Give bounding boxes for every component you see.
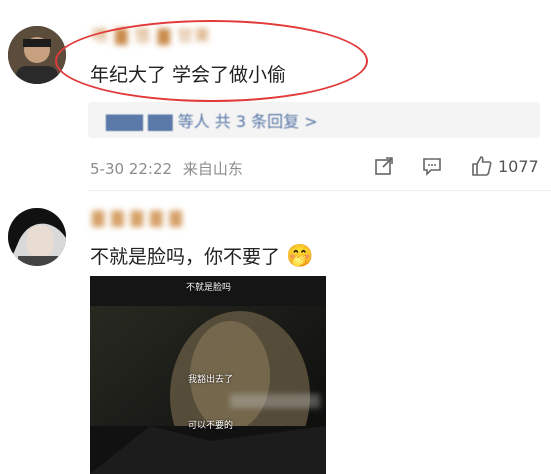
share-button[interactable] [374, 156, 394, 180]
comment-text: 年纪大了 学会了做小偷 [90, 64, 287, 86]
reply-preview: ▇▇▇ ▇▇ 等人 共 3 条回复 > [106, 112, 318, 131]
username[interactable]: ▇ ▇ ▇ ▇ ▇ [92, 208, 183, 227]
share-icon [375, 157, 393, 175]
comment-text: 不就是脸吗，你不要了 🤭 [90, 242, 313, 269]
avatar[interactable] [8, 208, 66, 266]
like-count: 1077 [498, 156, 539, 176]
video-thumbnail[interactable]: 不就是脸吗 我豁出去了 可以不要的 [90, 276, 326, 474]
comment-button[interactable] [422, 156, 442, 180]
replies-link[interactable]: ▇▇▇ ▇▇ 等人 共 3 条回复 > [88, 102, 540, 138]
comment-date: 5-30 22:22 [90, 160, 173, 178]
video-subtitle: 可以不要的 [188, 421, 234, 431]
emoji-icon: 🤭 [286, 244, 314, 269]
video-subtitle: 不就是脸吗 [186, 283, 232, 293]
thumbs-up-icon [472, 156, 492, 176]
timestamp: 5-30 22:22 来自山东 [90, 158, 243, 179]
comment-body: 不就是脸吗，你不要了 [90, 246, 281, 268]
avatar-image [8, 208, 66, 266]
comment-divider [88, 190, 551, 191]
comment-icon [423, 158, 441, 176]
video-subtitle: 我豁出去了 [188, 375, 234, 385]
comment-location: 来自山东 [182, 160, 243, 178]
blurred-watermark [230, 394, 320, 408]
like-button[interactable]: 1077 [470, 154, 539, 178]
